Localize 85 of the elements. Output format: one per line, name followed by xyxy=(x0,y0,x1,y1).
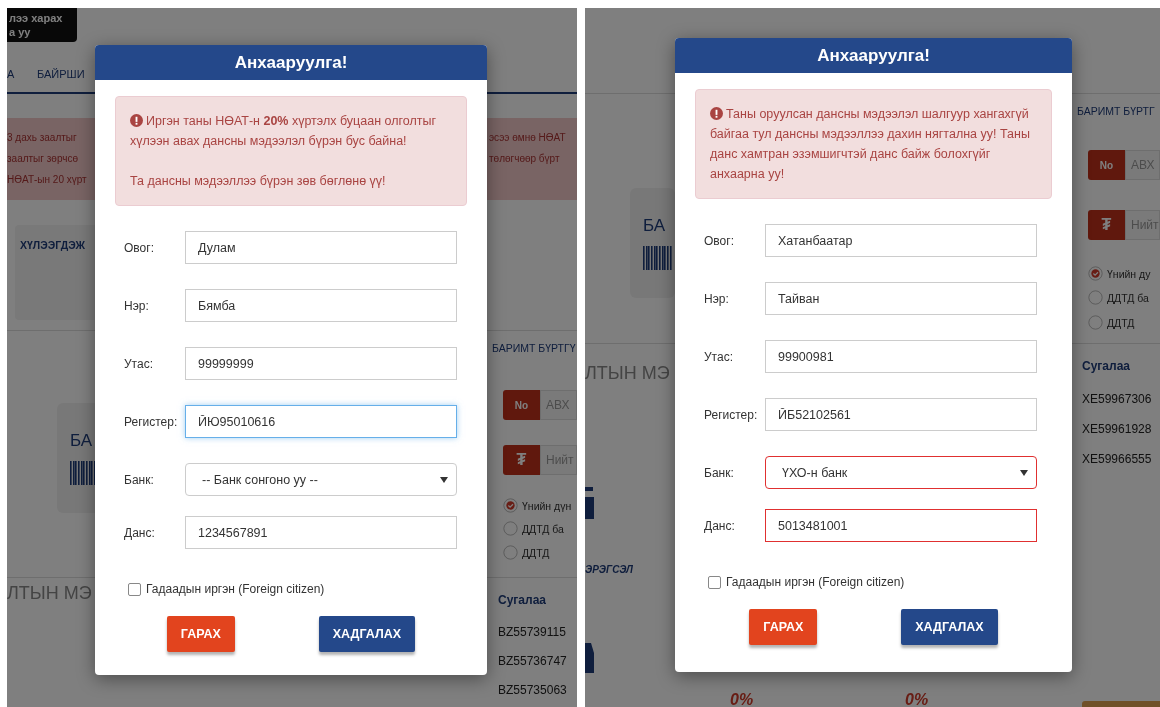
cancel-button[interactable]: ГАРАХ xyxy=(166,616,235,652)
cancel-button[interactable]: ГАРАХ xyxy=(749,609,818,645)
card-title: ХҮЛЭЭГДЭЖ xyxy=(20,239,86,251)
alert-text: Та дансны мэдээллээ бүрэн зөв бөглөнө үү! xyxy=(130,173,387,190)
table-cell: BZ55736747 xyxy=(498,654,567,668)
dialog-title: Анхааруулга! xyxy=(675,38,1072,73)
radio-button[interactable] xyxy=(1088,315,1103,330)
number-prefix: No xyxy=(503,390,540,420)
receipt-title: БА xyxy=(70,431,93,451)
table-cell: BZ55739115 xyxy=(498,625,566,639)
radio-button[interactable] xyxy=(1088,266,1103,281)
caret-icon xyxy=(1020,469,1028,476)
table-cell: XE59966555 xyxy=(1082,452,1152,466)
notice-text: НӨАТ-ын 20 хүрт xyxy=(7,173,87,187)
table-cell: XE59967306 xyxy=(1082,392,1152,406)
percent-value: 0% xyxy=(730,691,754,707)
radio-label: ДДТД xyxy=(1107,316,1135,329)
field-label: Банк: xyxy=(704,465,735,480)
section-title: БАРИМТ БҮРТГҮ xyxy=(492,342,576,354)
field-label: Регистер: xyxy=(704,407,759,422)
radio-button[interactable] xyxy=(1088,290,1103,305)
field-label: Данс: xyxy=(124,525,156,540)
receipt-title: БА xyxy=(643,216,666,236)
bank-dropdown[interactable]: -- Банк сонгоно уу -- xyxy=(185,463,457,496)
field-label: Банк: xyxy=(124,472,155,487)
notice-text: эсээ өмнө НӨАТ xyxy=(489,131,566,145)
field-label: Регистер: xyxy=(124,414,179,429)
input-field[interactable]: Хатанбаатар xyxy=(765,224,1037,257)
input-field[interactable]: 99999999 xyxy=(185,347,457,380)
radio-button[interactable] xyxy=(503,521,518,536)
field-label: Овог: xyxy=(124,240,155,255)
barcode-icon xyxy=(643,246,673,270)
alert-text: Таны оруулсан дансны мэдээлэл шалгуур хангахгүй байгаа тул дансны мэдээллээ дахин нягтална уу! Таны данс хамтран эзэмшигчтэй данс байж болохгүйг анхаарна уу! xyxy=(710,106,1031,183)
input-field[interactable]: ЙБ52102561 xyxy=(765,398,1037,431)
input-field[interactable]: Тайван xyxy=(765,282,1037,315)
input-field[interactable]: ЙЮ95010616 xyxy=(185,405,457,438)
number-prefix: No xyxy=(1088,150,1125,180)
column-header: Сугалаа xyxy=(498,593,546,607)
input-field[interactable]: 99900981 xyxy=(765,340,1037,373)
pending-button[interactable] xyxy=(1082,701,1160,707)
radio-label: ДДТД ба xyxy=(1107,291,1149,304)
table-cell: XE59961928 xyxy=(1082,422,1152,436)
caret-icon xyxy=(440,476,448,483)
checkbox[interactable] xyxy=(708,575,721,589)
save-button[interactable]: ХАДГАЛАХ xyxy=(318,616,416,652)
save-button[interactable]: ХАДГАЛАХ xyxy=(901,609,998,645)
dialog-title: Анхааруулга! xyxy=(95,45,487,80)
section-heading: ЛТЫН МЭ xyxy=(585,363,670,384)
tooltip: лээ харах а уу xyxy=(7,8,77,42)
warning-icon xyxy=(130,114,143,127)
field-label: Овог: xyxy=(704,233,735,248)
currency-prefix: ₮ xyxy=(1088,210,1125,240)
input-field[interactable]: 1234567891 xyxy=(185,516,457,549)
table-cell: BZ55735063 xyxy=(498,683,567,697)
notice-text: 3 дахь заалтыг xyxy=(7,131,77,145)
field-label: Данс: xyxy=(704,518,736,533)
notice-text: төлөгчөөр бүрт xyxy=(489,152,560,166)
checkbox-label: Гадаадын иргэн (Foreign citizen) xyxy=(726,575,905,589)
notice-text: заалтыг зөрчсө xyxy=(7,152,78,166)
input-field[interactable]: Бямба xyxy=(185,289,457,322)
currency-prefix: ₮ xyxy=(503,445,540,475)
nav-tab[interactable]: А xyxy=(7,68,15,80)
warning-icon xyxy=(710,107,723,120)
field-label: Нэр: xyxy=(124,298,150,313)
checkbox-label: Гадаадын иргэн (Foreign citizen) xyxy=(146,582,325,596)
field-label: Утас: xyxy=(124,356,154,371)
column-header: Сугалаа xyxy=(1082,359,1130,373)
input-field[interactable]: 5013481001 xyxy=(765,509,1037,542)
radio-label: Үнийн дүн xyxy=(522,499,572,512)
radio-button[interactable] xyxy=(503,498,518,513)
percent-value: 0% xyxy=(905,691,929,707)
radio-label: ДДТД ба xyxy=(522,522,564,535)
radio-button[interactable] xyxy=(503,545,518,560)
checkbox[interactable] xyxy=(128,582,141,596)
field-label: Нэр: xyxy=(704,291,730,306)
radio-label: Үнийн ду xyxy=(1107,267,1151,280)
section-title: БАРИМТ БҮРТГ xyxy=(1077,105,1155,117)
alert-text: Иргэн таны НӨАТ-н 20% хүртэлх буцаан олголтыг хүлээн авах дансны мэдээлэл бүрэн бус байна! xyxy=(130,113,438,150)
category-label: ЭРЭГСЭЛ xyxy=(585,564,633,575)
nav-tab[interactable]: БАЙРШИ xyxy=(37,68,85,80)
bank-dropdown[interactable]: ҮХО-н банк xyxy=(765,456,1037,489)
input-field[interactable]: Дулам xyxy=(185,231,457,264)
field-label: Утас: xyxy=(704,349,734,364)
radio-label: ДДТД xyxy=(522,546,550,559)
section-heading: ЛТЫН МЭ xyxy=(7,583,92,604)
